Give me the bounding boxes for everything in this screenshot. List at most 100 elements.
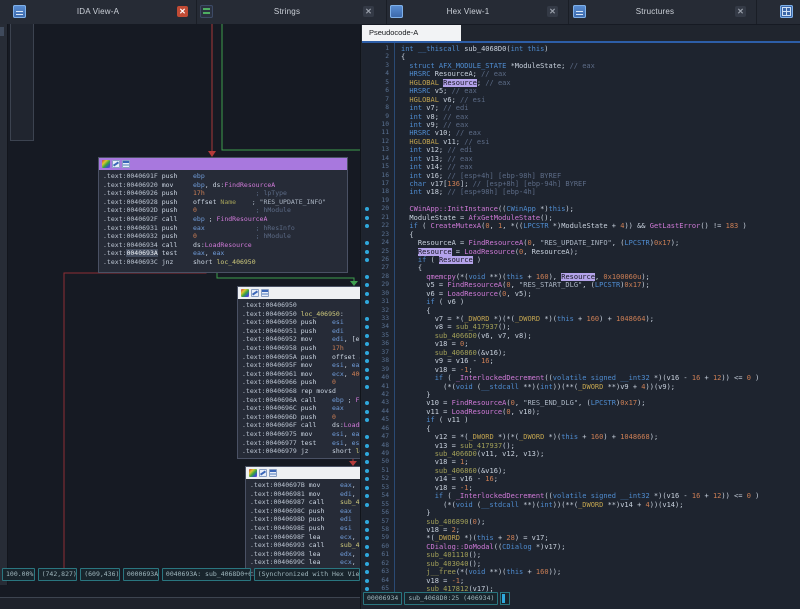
- pseudocode-line[interactable]: 10 int v9; // eax: [362, 121, 800, 129]
- breakpoint-dot[interactable]: [362, 526, 371, 534]
- breakpoint-slot[interactable]: [362, 231, 371, 239]
- basic-block-00406950[interactable]: .text:00406950.text:00406950 loc_406950:…: [237, 286, 364, 459]
- breakpoint-dot[interactable]: [362, 577, 371, 585]
- breakpoint-dot[interactable]: [362, 534, 371, 542]
- asm-row[interactable]: .text:0040698E push esi: [250, 524, 360, 533]
- breakpoint-dot[interactable]: [362, 475, 371, 483]
- asm-row[interactable]: .text:00406966 push 0: [242, 378, 360, 387]
- breakpoint-dot[interactable]: [362, 298, 371, 306]
- pseudocode-line[interactable]: 60 CDialog::DoModal((CDialog *)v17);: [362, 543, 800, 551]
- pseudocode-line[interactable]: 47 v12 = *(_DWORD *)(*(_DWORD *)(this + …: [362, 433, 800, 441]
- breakpoint-dot[interactable]: [362, 205, 371, 213]
- asm-row[interactable]: .text:00406926 push 17h ; lpType: [103, 189, 343, 198]
- tab-ida-view-a[interactable]: IDA View-A: [38, 0, 158, 24]
- asm-row[interactable]: .text:0040692F call ebp ; FindResourceA: [103, 215, 343, 224]
- pseudocode-line[interactable]: 3 struct AFX_MODULE_STATE *ModuleState; …: [362, 62, 800, 70]
- breakpoint-dot[interactable]: [362, 281, 371, 289]
- breakpoint-slot[interactable]: [362, 391, 371, 399]
- asm-row[interactable]: .text:00406931 push eax ; hResInfo: [103, 224, 343, 233]
- edit-icon[interactable]: [112, 160, 120, 168]
- pseudocode-line[interactable]: 6 HRSRC v5; // eax: [362, 87, 800, 95]
- palette-icon[interactable]: [241, 289, 249, 297]
- pseudocode-line[interactable]: 14 int v13; // eax: [362, 155, 800, 163]
- asm-row[interactable]: .text:0040695A push offset a: [242, 353, 360, 362]
- asm-row[interactable]: .text:0040691F push ebp: [103, 172, 343, 181]
- breakpoint-dot[interactable]: [362, 560, 371, 568]
- pseudocode-line[interactable]: 32 {: [362, 307, 800, 315]
- asm-row[interactable]: .text:00406993 call sub_4: [250, 541, 360, 550]
- asm-row[interactable]: .text:0040698D push edi: [250, 515, 360, 524]
- asm-row[interactable]: .text:00406951 push edi: [242, 327, 360, 336]
- tab-hex-view-1[interactable]: Hex View-1: [408, 0, 528, 24]
- pseudocode-line[interactable]: 20 CWinApp::InitInstance((CWinApp *)this…: [362, 205, 800, 213]
- pseudocode-line[interactable]: 58 v18 = 2;: [362, 526, 800, 534]
- asm-row[interactable]: .text:00406961 mov ecx, 40018: [242, 370, 360, 379]
- asm-row[interactable]: .text:00406958 push 17h: [242, 344, 360, 353]
- breakpoint-slot[interactable]: [362, 62, 371, 70]
- breakpoint-dot[interactable]: [362, 484, 371, 492]
- breakpoint-slot[interactable]: [362, 264, 371, 272]
- pseudocode-line[interactable]: 38 v9 = v16 - 16;: [362, 357, 800, 365]
- pseudocode-line[interactable]: 43 v10 = FindResourceA(0, "RES_END_DLG",…: [362, 399, 800, 407]
- pseudocode-line[interactable]: 17 char v17[136]; // [esp+8h] [ebp-94h] …: [362, 180, 800, 188]
- pseudocode-line[interactable]: 16 int v16; // [esp+4h] [ebp-98h] BYREF: [362, 172, 800, 180]
- asm-row[interactable]: .text:00406975 mov esi, eax: [242, 430, 360, 439]
- breakpoint-dot[interactable]: [362, 408, 371, 416]
- pseudocode-line[interactable]: 34 v8 = sub_417937();: [362, 323, 800, 331]
- pseudocode-line[interactable]: 39 v18 = -1;: [362, 366, 800, 374]
- edit-icon[interactable]: [259, 469, 267, 477]
- asm-row[interactable]: .text:0040698C push eax: [250, 507, 360, 516]
- asm-row[interactable]: .text:00406928 push offset Name ; "RES_U…: [103, 198, 343, 207]
- breakpoint-slot[interactable]: [362, 129, 371, 137]
- breakpoint-dot[interactable]: [362, 543, 371, 551]
- pseudocode-line[interactable]: 15 int v14; // eax: [362, 163, 800, 171]
- breakpoint-dot[interactable]: [362, 501, 371, 509]
- pseudocode-line[interactable]: 23 {: [362, 231, 800, 239]
- pseudocode-line[interactable]: 11 HRSRC v10; // eax: [362, 129, 800, 137]
- breakpoint-slot[interactable]: [362, 146, 371, 154]
- breakpoint-dot[interactable]: [362, 374, 371, 382]
- pseudocode-line[interactable]: 48 v13 = sub_417937();: [362, 442, 800, 450]
- asm-row[interactable]: .text:00406920 mov ebp, ds:FindResourceA: [103, 181, 343, 190]
- breakpoint-slot[interactable]: [362, 113, 371, 121]
- breakpoint-slot[interactable]: [362, 197, 371, 205]
- group-icon[interactable]: [269, 469, 277, 477]
- pseudocode-line[interactable]: 18 int v18; // [esp+98h] [ebp-4h]: [362, 188, 800, 196]
- asm-row[interactable]: .text:00406977 test esi, esi: [242, 439, 360, 448]
- breakpoint-dot[interactable]: [362, 273, 371, 281]
- breakpoint-slot[interactable]: [362, 45, 371, 53]
- pseudocode-line[interactable]: 12 HGLOBAL v11; // esi: [362, 138, 800, 146]
- pseudocode-line[interactable]: 35 sub_4066D0(v6, v7, v8);: [362, 332, 800, 340]
- pseudocode-line[interactable]: 28 qmemcpy(*(void **)(this + 160), Resou…: [362, 273, 800, 281]
- breakpoint-dot[interactable]: [362, 450, 371, 458]
- breakpoint-dot[interactable]: [362, 315, 371, 323]
- pseudocode-line[interactable]: 33 v7 = *(_DWORD *)(*(_DWORD *)(this + 1…: [362, 315, 800, 323]
- pseudocode-line[interactable]: 61 sub_401110();: [362, 551, 800, 559]
- pseudocode-line[interactable]: 49 sub_4066D0(v11, v12, v13);: [362, 450, 800, 458]
- pseudocode-line[interactable]: 22 if ( CreateMutexA(0, 1, *((LPCSTR *)M…: [362, 222, 800, 230]
- partial-basic-block[interactable]: [10, 24, 34, 141]
- asm-row[interactable]: .text:00406981 mov edi,: [250, 490, 360, 499]
- asm-row[interactable]: .text:00406968 rep movsd: [242, 387, 360, 396]
- breakpoint-dot[interactable]: [362, 568, 371, 576]
- pseudocode-line[interactable]: 37 sub_406860(&v16);: [362, 349, 800, 357]
- pseudocode-line[interactable]: 52 v14 = v16 - 16;: [362, 475, 800, 483]
- pseudocode-line[interactable]: 64 v18 = -1;: [362, 577, 800, 585]
- palette-icon[interactable]: [249, 469, 257, 477]
- breakpoint-dot[interactable]: [362, 222, 371, 230]
- breakpoint-slot[interactable]: [362, 121, 371, 129]
- pseudocode-line[interactable]: 57 sub_406890(0);: [362, 518, 800, 526]
- breakpoint-dot[interactable]: [362, 340, 371, 348]
- basic-block-0040697B[interactable]: .text:0040697B mov eax, .text:00406981 m…: [245, 466, 364, 576]
- asm-row[interactable]: .text:00406950: [242, 301, 360, 310]
- asm-row[interactable]: .text:00406950 loc_406950:: [242, 310, 360, 319]
- asm-row[interactable]: .text:0040696A call ebp ; Find: [242, 396, 360, 405]
- breakpoint-slot[interactable]: [362, 163, 371, 171]
- tab-structures[interactable]: Structures: [595, 0, 715, 24]
- breakpoint-dot[interactable]: [362, 383, 371, 391]
- group-icon[interactable]: [261, 289, 269, 297]
- asm-row[interactable]: .text:0040692D push 0 ; hModule: [103, 206, 343, 215]
- tab-pseudocode-a[interactable]: Pseudocode-A: [362, 25, 461, 41]
- breakpoint-slot[interactable]: [362, 70, 371, 78]
- pseudocode-line[interactable]: 31 if ( v6 ): [362, 298, 800, 306]
